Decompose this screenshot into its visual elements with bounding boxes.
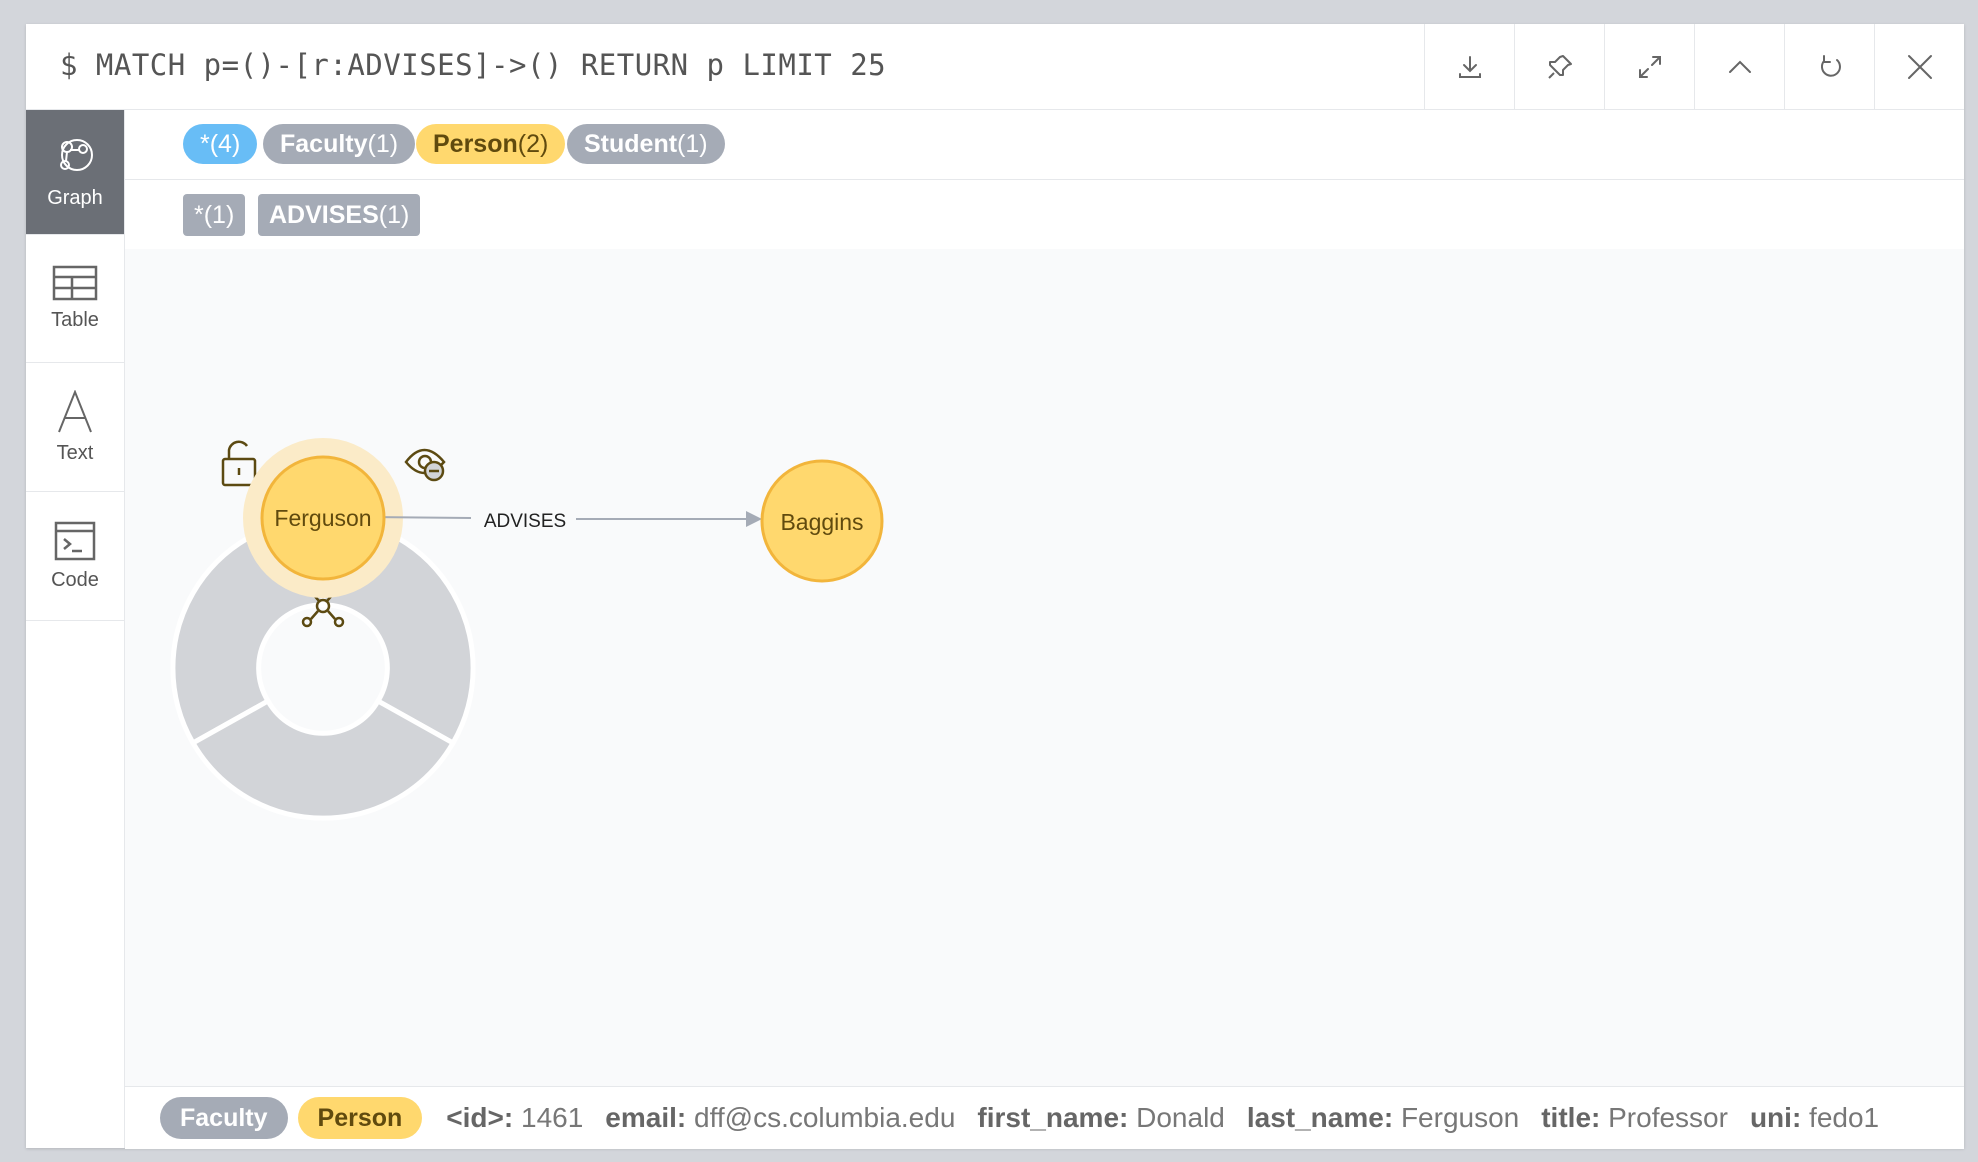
rel-type-all[interactable]: *(1)	[183, 194, 246, 236]
property-value: fedo1	[1809, 1102, 1880, 1133]
query-editor[interactable]: $ MATCH p=()-[r:ADVISES]->() RETURN p LI…	[60, 48, 886, 82]
relationship-arrowhead	[746, 511, 762, 527]
close-button[interactable]	[1874, 24, 1964, 109]
frame-header: $ MATCH p=()-[r:ADVISES]->() RETURN p LI…	[26, 24, 1964, 110]
label-count: (4)	[209, 130, 241, 158]
expand-icon	[1638, 55, 1661, 78]
sidebar-item-label: Table	[51, 309, 99, 331]
graph-canvas[interactable]: ADVISES Ferguson Baggins	[125, 249, 1964, 1086]
label-count: (1)	[367, 130, 399, 158]
collapse-icon	[1728, 60, 1751, 73]
property-key: <id>:	[446, 1102, 514, 1133]
rel-count: (1)	[203, 201, 235, 229]
property-key: email:	[605, 1102, 687, 1133]
pin-button[interactable]	[1514, 24, 1604, 109]
collapse-button[interactable]	[1694, 24, 1784, 109]
rerun-button[interactable]	[1784, 24, 1874, 109]
property-key: uni:	[1749, 1102, 1802, 1133]
node-label-person[interactable]: Person(2)	[416, 124, 566, 164]
property-key: first_name:	[977, 1102, 1129, 1133]
fullscreen-button[interactable]	[1604, 24, 1694, 109]
label-count: (2)	[517, 130, 549, 158]
property-id: <id>: 1461	[446, 1102, 583, 1134]
graph-svg: ADVISES Ferguson Baggins	[170, 438, 884, 821]
label-count: (1)	[677, 130, 708, 158]
label-name: Student	[584, 130, 678, 158]
property-value: Professor	[1608, 1102, 1728, 1133]
node-label-filter-row: *(4) Faculty(1) Person(2) Student(1)	[125, 110, 1964, 180]
sidebar-item-table[interactable]: Table	[26, 235, 124, 363]
relationship-type-filter-row: *(1) ADVISES(1)	[125, 180, 1964, 250]
property-value: 1461	[521, 1102, 584, 1133]
sidebar-item-text[interactable]: Text	[26, 363, 124, 492]
download-icon	[1458, 55, 1481, 78]
close-icon	[1907, 54, 1932, 79]
property-uni: uni: fedo1	[1750, 1102, 1879, 1134]
property-key: title:	[1541, 1102, 1601, 1133]
rerun-icon	[1820, 54, 1841, 77]
download-button[interactable]	[1424, 24, 1514, 109]
sidebar-item-label: Text	[56, 441, 94, 464]
sidebar-item-graph[interactable]: Graph	[26, 110, 124, 235]
sidebar-item-label: Code	[51, 568, 99, 591]
label-name: Faculty	[280, 130, 368, 158]
sidebar-item-code[interactable]: Code	[26, 492, 124, 621]
ring-segment-expand[interactable]	[189, 697, 457, 821]
node-label-faculty[interactable]: Faculty(1)	[263, 124, 416, 164]
property-value: Ferguson	[1400, 1102, 1520, 1133]
property-value: dff@cs.columbia.edu	[694, 1102, 956, 1133]
property-first-name: first_name: Donald	[977, 1102, 1224, 1134]
view-sidebar: Graph Table Text Code	[26, 110, 125, 1148]
rel-name: *	[194, 201, 204, 229]
table-icon	[52, 265, 98, 301]
property-key: last_name:	[1246, 1102, 1394, 1133]
rel-type-advises[interactable]: ADVISES(1)	[258, 194, 421, 236]
pin-icon	[1547, 54, 1572, 79]
code-icon	[54, 521, 96, 560]
footer-label-person[interactable]: Person	[297, 1097, 423, 1139]
node-caption: Ferguson	[274, 505, 371, 531]
text-icon	[58, 389, 92, 432]
node-caption: Baggins	[780, 509, 863, 535]
property-value: Donald	[1136, 1102, 1225, 1133]
label-name: *	[200, 130, 210, 158]
label-name: Person	[433, 130, 518, 158]
inspector-footer: Faculty Person <id>: 1461 email: dff@cs.…	[125, 1086, 1964, 1149]
node-label-all[interactable]: *(4)	[183, 124, 258, 164]
unlock-icon	[221, 440, 257, 487]
hide-eye-icon	[404, 448, 446, 482]
property-last-name: last_name: Ferguson	[1247, 1102, 1519, 1134]
result-frame: $ MATCH p=()-[r:ADVISES]->() RETURN p LI…	[26, 24, 1964, 1149]
property-title: title: Professor	[1541, 1102, 1728, 1134]
relationship-label[interactable]: ADVISES	[484, 511, 566, 532]
node-label-student[interactable]: Student(1)	[567, 124, 725, 164]
sidebar-item-label: Graph	[47, 186, 103, 209]
rel-name: ADVISES	[269, 201, 379, 229]
footer-label-faculty[interactable]: Faculty	[160, 1097, 288, 1139]
graph-icon	[60, 138, 93, 171]
rel-count: (1)	[378, 201, 410, 229]
frame-actions	[1424, 24, 1964, 109]
property-email: email: dff@cs.columbia.edu	[605, 1102, 955, 1134]
